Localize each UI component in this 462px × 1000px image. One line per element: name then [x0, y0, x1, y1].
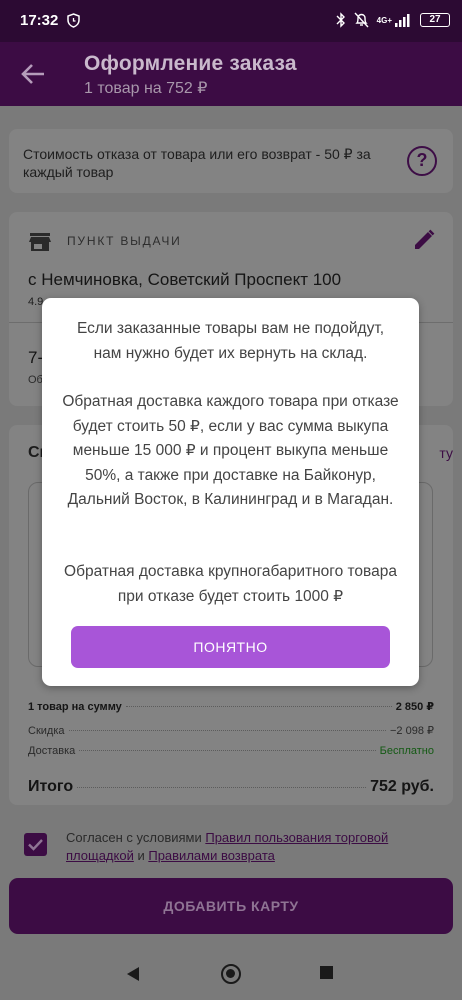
back-arrow-icon[interactable] [20, 62, 46, 86]
delivery-note: Об [28, 374, 43, 386]
edit-icon[interactable] [413, 229, 435, 251]
signal-icon [395, 14, 410, 27]
mute-icon [354, 12, 369, 28]
total-label: Итого [28, 778, 74, 795]
dialog-paragraph-3: Обратная доставка крупногабаритного това… [64, 563, 397, 605]
dialog-paragraph-2: Обратная доставка каждого товара при отк… [62, 393, 399, 508]
summary-row-total: Итого 752 руб. [28, 778, 434, 796]
summary-label: Скидка [28, 725, 65, 737]
return-info-dialog: Если заказанные товары вам не подойдут, … [42, 298, 419, 686]
pickup-address: с Немчиновка, Советский Проспект 100 [28, 270, 342, 289]
status-icons: 4G+ 27 [336, 12, 450, 28]
store-icon [29, 233, 51, 251]
add-card-button[interactable]: ДОБАВИТЬ КАРТУ [9, 878, 453, 934]
summary-value: Бесплатно [379, 745, 434, 757]
question-icon[interactable]: ? [407, 146, 437, 176]
summary-label: Доставка [28, 745, 76, 757]
system-nav-bar [0, 950, 462, 1000]
shield-clock-icon [67, 13, 80, 28]
payment-change-link[interactable]: ту [439, 445, 453, 461]
battery-icon: 27 [420, 13, 450, 27]
summary-row-delivery: Доставка Бесплатно [28, 745, 434, 757]
summary-value: −2 098 ₽ [389, 725, 434, 737]
network-type: 4G+ [376, 15, 392, 25]
pickup-rating: 4.9 [28, 296, 44, 308]
app-bar: Оформление заказа 1 товар на 752 ₽ [0, 42, 462, 106]
summary-value: 2 850 ₽ [395, 701, 434, 713]
summary-label: 1 товар на сумму [28, 701, 122, 713]
dots-leader [125, 706, 392, 707]
nav-back-icon[interactable] [126, 966, 140, 982]
page-title: Оформление заказа [84, 52, 297, 75]
status-time: 17:32 [20, 12, 59, 29]
nav-recent-icon[interactable] [320, 966, 333, 979]
return-rules-link[interactable]: Правилами возврата [148, 848, 275, 863]
consent-checkbox[interactable] [24, 833, 47, 856]
ok-button[interactable]: ПОНЯТНО [71, 626, 390, 668]
delivery-date: 7- [28, 348, 44, 367]
consent-prefix: Согласен с условиями [66, 830, 206, 845]
summary-row-items: 1 товар на сумму 2 850 ₽ [28, 700, 434, 713]
check-icon [28, 839, 43, 851]
dots-leader [77, 787, 367, 788]
consent-text: Согласен с условиями Правил пользования … [66, 829, 456, 865]
dialog-paragraph-1: Если заказанные товары вам не подойдут, … [76, 320, 385, 362]
summary-row-discount: Скидка −2 098 ₽ [28, 724, 434, 737]
total-value: 752 руб. [370, 778, 434, 795]
bluetooth-icon [336, 12, 345, 28]
status-bar: 17:32 4G+ 27 [0, 0, 462, 42]
dots-leader [68, 730, 386, 731]
consent-mid: и [133, 848, 149, 863]
nav-home-icon[interactable] [221, 964, 241, 984]
notice-text: Стоимость отказа от товара или его возвр… [23, 146, 371, 180]
dots-leader [79, 750, 376, 751]
page-subtitle: 1 товар на 752 ₽ [84, 80, 208, 97]
return-cost-notice: Стоимость отказа от товара или его возвр… [9, 129, 453, 193]
pickup-header: ПУНКТ ВЫДАЧИ [67, 234, 182, 248]
